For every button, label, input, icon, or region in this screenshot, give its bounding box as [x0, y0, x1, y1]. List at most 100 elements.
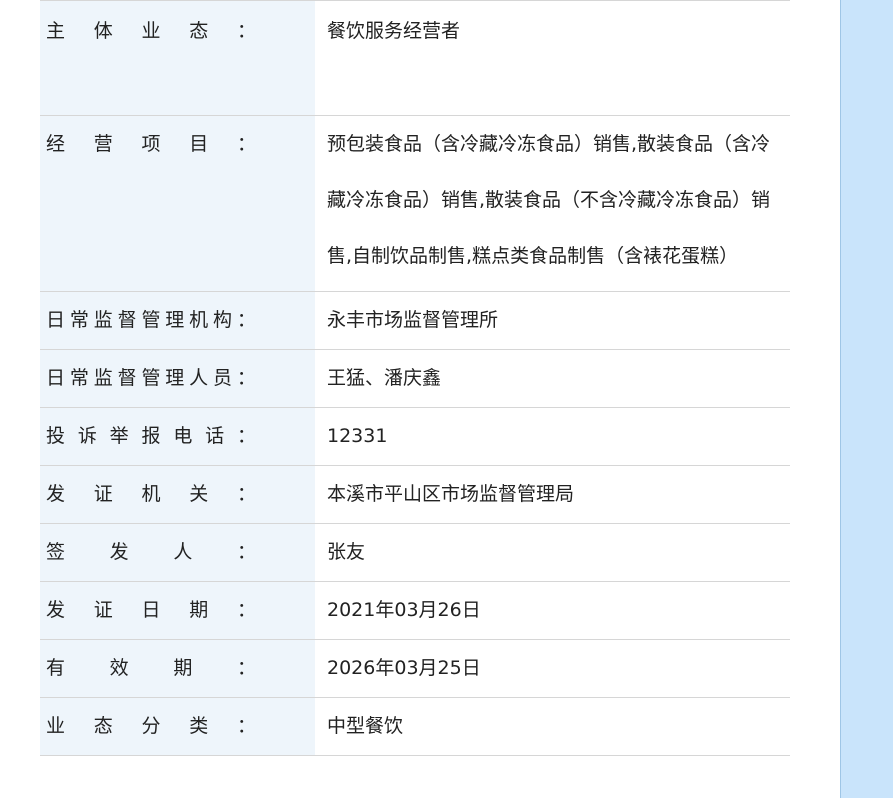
label-char: 经 [46, 133, 66, 155]
label-char: ： [236, 599, 256, 621]
table-row: 签 发 人 ： 张友 [40, 523, 790, 582]
label-char: ： [236, 367, 256, 389]
row-value: 张友 [327, 541, 366, 563]
label-char: 业 [46, 715, 66, 737]
label-char: 态 [93, 715, 113, 737]
label-char: ： [236, 133, 256, 155]
row-value: 王猛、潘庆鑫 [327, 367, 442, 389]
label-char: 效 [109, 657, 129, 679]
label-char: 监 [93, 367, 113, 389]
label-char: 督 [117, 309, 137, 331]
label-char: 监 [93, 309, 113, 331]
row-label: 投诉举报电话 ： [40, 408, 256, 465]
label-char: 常 [69, 367, 89, 389]
row-value: 2026年03月25日 [327, 657, 481, 679]
table-row: 投诉举报电话 ： 12331 [40, 407, 790, 466]
label-char: ： [236, 541, 256, 563]
table-row: 日常监督管理机构： 永丰市场监督管理所 [40, 291, 790, 350]
label-char: 项 [141, 133, 161, 155]
label-cell: 投诉举报电话 ： [40, 407, 315, 466]
label-char: ： [236, 309, 256, 331]
license-page: 主体业态： 餐饮服务经营者 经营项目： 预包装食品（含冷藏冷冻食品）销售,散装食… [0, 0, 893, 798]
label-char: 期 [173, 657, 193, 679]
label-char: 常 [69, 309, 89, 331]
label-cell: 发 证 日 期 ： [40, 581, 315, 640]
label-cell: 发 证 机 关 ： [40, 465, 315, 524]
label-char: 管 [141, 367, 161, 389]
label-char: 话 [205, 425, 225, 447]
label-char: 目 [189, 133, 209, 155]
label-char: 签 [46, 541, 66, 563]
row-value: 本溪市平山区市场监督管理局 [327, 483, 575, 505]
row-label: 签 发 人 ： [40, 524, 256, 581]
label-char: 投 [46, 425, 66, 447]
row-label: 业 态 分 类 ： [40, 698, 256, 755]
right-side-panel [840, 0, 893, 798]
label-char: 人 [173, 541, 193, 563]
label-char: ： [236, 715, 256, 737]
label-char: 管 [141, 309, 161, 331]
label-cell: 有 效 期 ： [40, 639, 315, 698]
value-cell: 永丰市场监督管理所 [315, 291, 790, 350]
row-value: 永丰市场监督管理所 [327, 309, 499, 331]
table-row: 经 营 项 目 ： 预包装食品（含冷藏冷冻食品）销售,散装食品（含冷藏冷冻食品）销售,散… [40, 115, 790, 292]
label-char: 日 [46, 309, 66, 331]
label-char: ： [236, 657, 256, 679]
row-value: 12331 [327, 425, 388, 447]
label-char: 营 [93, 133, 113, 155]
label-char: 发 [46, 483, 66, 505]
row-value: 餐饮服务经营者 [327, 20, 461, 42]
label-char: 业 [141, 20, 161, 42]
label-cell: 经 营 项 目 ： [40, 115, 315, 292]
row-label: 发 证 日 期 ： [40, 582, 256, 639]
row-label: 主 体 业 态 ： [40, 1, 256, 61]
label-char: 证 [93, 599, 113, 621]
value-cell: 12331 [315, 407, 790, 466]
label-char: 人 [189, 367, 209, 389]
row-label: 日常监督管理人员： [40, 350, 256, 407]
label-char: ： [236, 20, 256, 42]
table-row: 发 证 日 期 ： 2021年03月26日 [40, 581, 790, 640]
value-cell: 餐饮服务经营者 [315, 0, 790, 116]
table-row: 日常监督管理人员： 王猛、潘庆鑫 [40, 349, 790, 408]
table-row: 有 效 期 ： 2026年03月25日 [40, 639, 790, 698]
row-value: 预包装食品（含冷藏冷冻食品）销售,散装食品（含冷藏冷冻食品）销售,散装食品（不含… [327, 133, 771, 267]
row-label: 发 证 机 关 ： [40, 466, 256, 523]
label-char: 理 [165, 367, 185, 389]
label-char: 体 [93, 20, 113, 42]
label-char: 电 [173, 425, 193, 447]
value-cell: 本溪市平山区市场监督管理局 [315, 465, 790, 524]
label-char: 机 [141, 483, 161, 505]
value-cell: 预包装食品（含冷藏冷冻食品）销售,散装食品（含冷藏冷冻食品）销售,散装食品（不含… [315, 115, 790, 292]
label-cell: 主 体 业 态 ： [40, 0, 315, 116]
label-char: 机 [189, 309, 209, 331]
label-char: 证 [93, 483, 113, 505]
label-char: 发 [109, 541, 129, 563]
value-cell: 2026年03月25日 [315, 639, 790, 698]
row-label: 日常监督管理机构： [40, 292, 256, 349]
table-row: 发 证 机 关 ： 本溪市平山区市场监督管理局 [40, 465, 790, 524]
row-value: 中型餐饮 [327, 715, 404, 737]
label-char: 发 [46, 599, 66, 621]
label-char: 关 [189, 483, 209, 505]
row-label: 经 营 项 目 ： [40, 116, 256, 172]
row-label: 有 效 期 ： [40, 640, 256, 697]
label-char: 举 [109, 425, 129, 447]
value-cell: 2021年03月26日 [315, 581, 790, 640]
label-char: 日 [141, 599, 161, 621]
label-char: 期 [189, 599, 209, 621]
label-char: 理 [165, 309, 185, 331]
label-cell: 日常监督管理机构： [40, 291, 315, 350]
table-row: 业 态 分 类 ： 中型餐饮 [40, 697, 790, 756]
value-cell: 张友 [315, 523, 790, 582]
label-char: 构 [213, 309, 233, 331]
label-char: 日 [46, 367, 66, 389]
row-value: 2021年03月26日 [327, 599, 481, 621]
label-char: ： [236, 483, 256, 505]
label-char: 主 [46, 20, 66, 42]
label-cell: 业 态 分 类 ： [40, 697, 315, 756]
table-row: 主 体 业 态 ： 餐饮服务经营者 [40, 0, 790, 116]
label-char: ： [236, 425, 256, 447]
label-char: 有 [46, 657, 66, 679]
label-cell: 签 发 人 ： [40, 523, 315, 582]
